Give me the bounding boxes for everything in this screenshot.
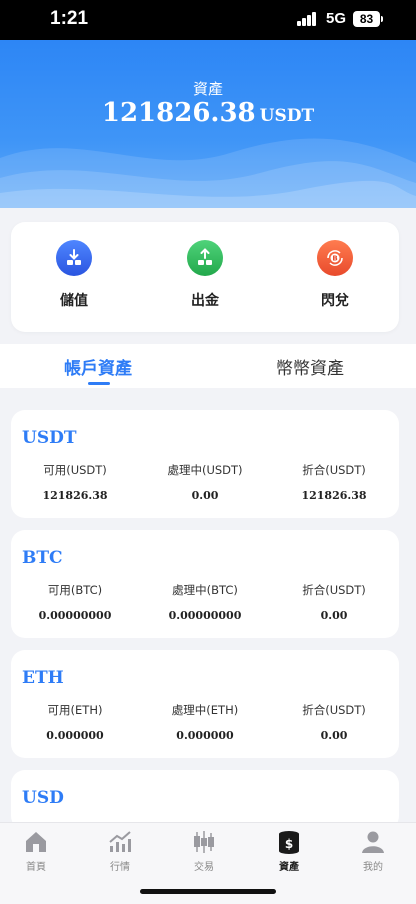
equivalent-label: 折合(USDT) [302,583,366,597]
coins-icon: $ [276,829,302,855]
candlestick-icon [191,829,217,855]
equivalent-value: 0.00 [320,609,348,622]
app-screen: 1:21 5G 83 資產 121826.38 USDT 儲值 出金 B 閃兌 … [0,0,416,904]
battery-icon: 83 [353,11,380,27]
status-bar: 1:21 5G 83 [0,0,416,40]
equivalent-label: 折合(USDT) [302,703,366,717]
signal-icon [297,12,319,26]
nav-profile-label: 我的 [363,862,383,873]
equivalent-value: 0.00 [320,729,348,742]
quick-actions-card: 儲值 出金 B 閃兌 [11,222,399,332]
processing-value: 0.00 [191,489,219,502]
processing-value: 0.00000000 [168,609,242,622]
asset-card-btc[interactable]: BTC 可用(BTC) 處理中(BTC) 折合(USDT) 0.00000000… [11,530,399,638]
nav-trade[interactable]: 交易 [174,829,234,873]
nav-market-label: 行情 [110,862,130,873]
available-value: 0.000000 [46,729,104,742]
deposit-button[interactable]: 儲值 [29,240,119,310]
header-title: 資產 [192,80,223,98]
asset-name: USD [22,788,64,808]
processing-label: 處理中(ETH) [171,703,239,717]
total-balance-amount: 121826.38 [101,98,256,128]
equivalent-label: 折合(USDT) [302,463,366,477]
home-icon [23,829,49,855]
nav-home[interactable]: 首頁 [6,829,66,873]
processing-value: 0.000000 [176,729,234,742]
available-label: 可用(BTC) [47,583,103,597]
profile-icon [360,829,386,855]
available-label: 可用(ETH) [47,703,103,717]
asset-header: 資產 121826.38 USDT [0,40,416,208]
nav-assets-label: 資產 [279,862,299,873]
network-type: 5G [326,10,347,27]
total-balance-unit: USDT [259,106,315,126]
asset-tabs: 帳戶資產 幣幣資產 [0,344,416,388]
deposit-label: 儲值 [60,293,88,309]
market-chart-icon [107,829,133,855]
nav-trade-label: 交易 [194,862,214,873]
withdraw-icon [187,240,223,276]
exchange-button[interactable]: B 閃兌 [290,240,380,310]
svg-text:$: $ [285,837,293,851]
home-indicator [140,889,276,894]
exchange-label: 閃兌 [321,293,349,309]
status-time: 1:21 [50,8,89,29]
asset-card-usd[interactable]: USD [11,770,399,830]
processing-label: 處理中(USDT) [167,463,243,477]
nav-profile[interactable]: 我的 [343,829,403,873]
battery-tip [381,16,383,22]
total-balance: 121826.38 USDT [0,98,416,128]
exchange-icon: B [317,240,353,276]
svg-text:B: B [332,255,337,263]
withdraw-label: 出金 [191,293,219,309]
tab-spot-assets[interactable]: 幣幣資產 [276,354,344,379]
asset-name: BTC [22,548,63,568]
nav-market[interactable]: 行情 [90,829,150,873]
asset-card-usdt[interactable]: USDT 可用(USDT) 處理中(USDT) 折合(USDT) 121826.… [11,410,399,518]
asset-name: ETH [22,668,64,688]
equivalent-value: 121826.38 [301,489,367,502]
active-tab-indicator [88,382,110,385]
nav-assets[interactable]: $ 資產 [259,829,319,873]
nav-home-label: 首頁 [26,862,46,873]
tab-account-assets[interactable]: 帳戶資產 [64,354,132,379]
available-label: 可用(USDT) [43,463,107,477]
processing-label: 處理中(BTC) [172,583,238,597]
deposit-icon [56,240,92,276]
wave-decoration [0,138,416,208]
withdraw-button[interactable]: 出金 [160,240,250,310]
asset-card-eth[interactable]: ETH 可用(ETH) 處理中(ETH) 折合(USDT) 0.000000 0… [11,650,399,758]
asset-name: USDT [22,428,77,448]
available-value: 121826.38 [42,489,108,502]
available-value: 0.00000000 [38,609,112,622]
